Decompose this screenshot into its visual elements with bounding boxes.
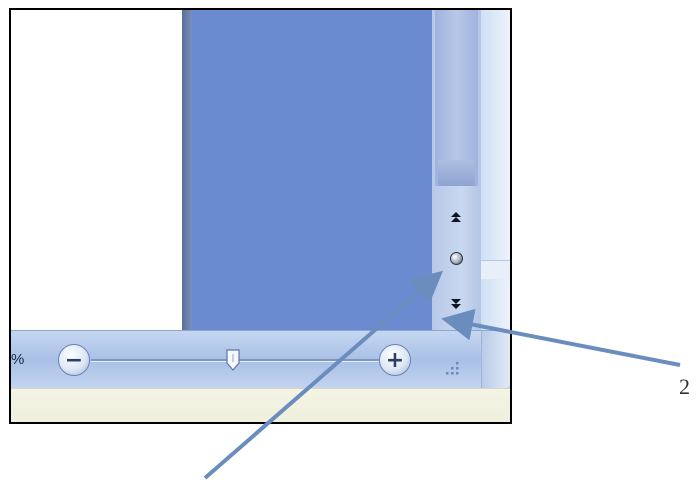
callout-label: 2 — [679, 374, 690, 399]
callout-arrow-browse-object — [203, 270, 444, 480]
callout-arrow-browse-next — [441, 308, 681, 367]
annotation-arrows — [203, 270, 681, 480]
